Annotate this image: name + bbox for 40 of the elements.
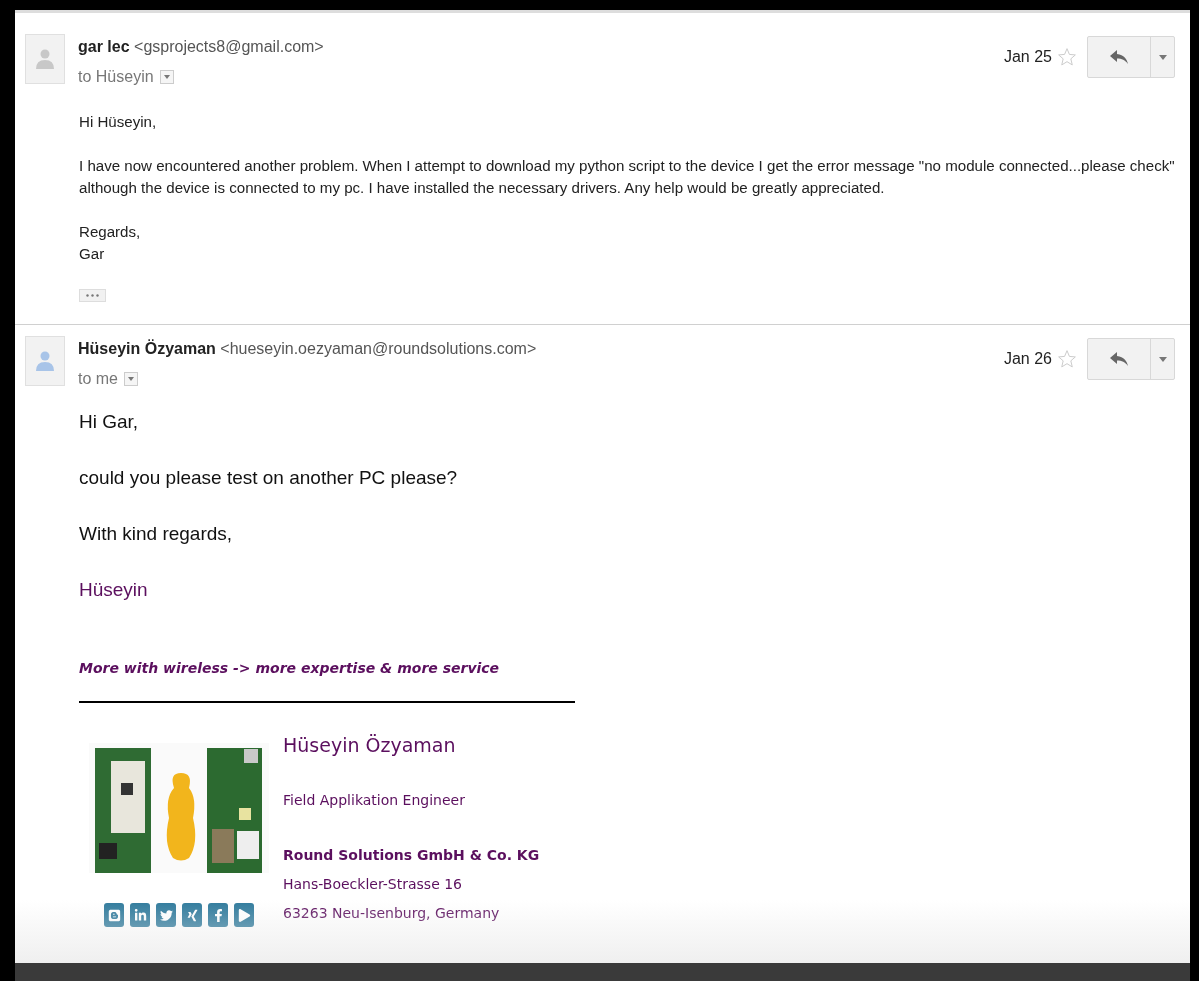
ellipsis-icon	[86, 294, 99, 297]
star-icon[interactable]	[1057, 349, 1077, 369]
show-trimmed-button[interactable]	[79, 289, 106, 302]
sender-email: <gsprojects8@gmail.com>	[134, 38, 324, 55]
message-paragraph: Hi Hüseyin,	[79, 112, 158, 132]
play-icon[interactable]	[234, 903, 254, 927]
linkedin-icon[interactable]	[130, 903, 150, 927]
signature-address: 63263 Neu-Isenburg, Germany	[283, 903, 501, 923]
caret-icon	[1158, 54, 1167, 60]
closing-line: Regards,	[79, 222, 142, 242]
signoff-name: Hüseyin	[79, 578, 149, 602]
message-paragraph: With kind regards,	[79, 522, 234, 546]
details-dropdown[interactable]	[159, 70, 174, 84]
details-dropdown[interactable]	[124, 372, 138, 386]
signature-address: Hans-Boeckler-Strasse 16	[283, 874, 463, 894]
message-date: Jan 25	[1003, 47, 1052, 67]
reply-icon	[1110, 50, 1128, 64]
caret-icon	[128, 377, 134, 381]
recipient: to Hüseyin	[78, 67, 154, 87]
recipient: to me	[78, 369, 118, 389]
twitter-icon[interactable]	[156, 903, 176, 927]
caret-icon	[1158, 356, 1167, 362]
sender-name: Hüseyin Özyaman	[78, 340, 216, 357]
signature-name: Hüseyin Özyaman	[283, 733, 457, 758]
message-date: Jan 26	[1003, 349, 1052, 369]
message-paragraph: I have now encountered another problem. When I attempt to download my python script to the device I get the error message "no module connected...please check" although the device is connected to my pc. I have installed the necessary drivers. Any help would be greatly appreciated.	[79, 156, 1175, 198]
closing-line: Gar	[79, 244, 106, 264]
blog-icon[interactable]	[104, 903, 124, 927]
message-paragraph: could you please test on another PC please?	[79, 466, 459, 490]
caret-icon	[163, 75, 170, 79]
signature-company: Round Solutions GmbH & Co. KG	[283, 845, 540, 865]
sender-email: <hueseyin.oezyaman@roundsolutions.com>	[220, 340, 537, 357]
facebook-icon[interactable]	[208, 903, 228, 927]
signature-title: Field Applikation Engineer	[283, 790, 466, 810]
xing-icon[interactable]	[182, 903, 202, 927]
message-paragraph: Hi Gar,	[79, 410, 140, 434]
signature-tagline: More with wireless -> more expertise & more service	[79, 659, 501, 678]
reply-icon	[1110, 352, 1128, 366]
star-icon[interactable]	[1057, 47, 1077, 67]
sender-name: gar lec	[78, 38, 130, 55]
